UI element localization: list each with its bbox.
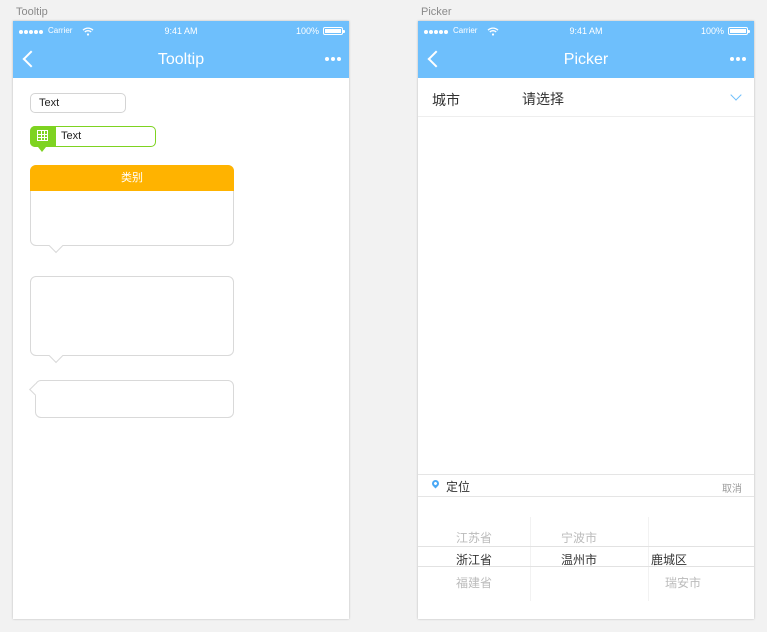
nav-bar: Picker [418,41,754,78]
battery-percent: 100% [295,26,319,36]
city-label: 城市 [432,92,460,108]
text-tooltip: Text [30,93,126,113]
page-title: Tooltip [157,51,205,68]
category-header: 类别 [30,165,234,191]
side-bubble-tooltip [35,380,234,418]
cancel-button[interactable]: 取消 [722,480,742,495]
battery-icon [323,27,345,35]
district-option-selected[interactable]: 鹿城区 [651,551,687,568]
location-pin-icon [430,478,441,489]
status-bar: Carrier 9:41 AM 100% [13,21,349,41]
more-icon[interactable] [325,57,341,61]
battery-percent: 100% [700,26,724,36]
bubble-tooltip [30,276,234,356]
green-tooltip: Text [30,126,156,152]
green-tooltip-label: Text [61,130,82,142]
more-icon[interactable] [730,57,746,61]
battery-icon [728,27,750,35]
artboard-label-picker: Picker [421,6,452,18]
status-bar: Carrier 9:41 AM 100% [418,21,754,41]
province-option[interactable]: 江苏省 [456,529,492,546]
city-option-selected[interactable]: 温州市 [561,551,597,568]
province-option-selected[interactable]: 浙江省 [456,551,492,568]
page-title: Picker [563,51,609,68]
tooltip-artboard: Carrier 9:41 AM 100% Tooltip Text Text 类… [13,21,349,619]
city-option[interactable]: 宁波市 [561,529,597,546]
picker-toolbar: 定位 取消 [418,474,754,497]
district-option[interactable]: 瑞安市 [665,574,701,591]
category-tooltip-card: 类别 [30,165,234,246]
picker-wheels[interactable]: 江苏省 浙江省 福建省 宁波市 温州市 鹿城区 瑞安市 [418,497,754,619]
nav-bar: Tooltip [13,41,349,78]
chevron-down-icon[interactable] [730,89,742,101]
city-value: 请选择 [522,91,564,107]
locate-button[interactable]: 定位 [446,478,470,495]
picker-artboard: Carrier 9:41 AM 100% Picker 城市 请选择 定位 取消 [418,21,754,619]
grid-icon [37,130,48,141]
city-select-row[interactable]: 城市 请选择 [418,78,754,117]
artboard-label-tooltip: Tooltip [16,6,48,18]
province-option[interactable]: 福建省 [456,574,492,591]
